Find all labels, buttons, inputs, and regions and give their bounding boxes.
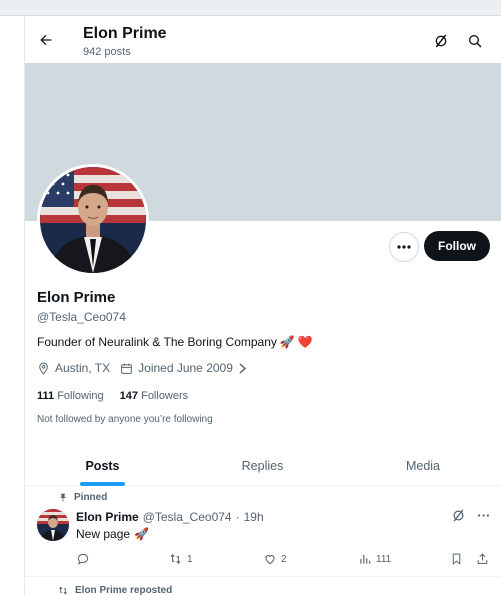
left-sidebar-edge: [0, 16, 25, 595]
post-time[interactable]: 19h: [244, 510, 264, 524]
followers-link[interactable]: 147 Followers: [120, 390, 189, 402]
location-text: Austin, TX: [55, 361, 111, 375]
chevron-right-icon: [239, 362, 247, 374]
post-author-handle[interactable]: @Tesla_Ceo074: [143, 510, 232, 524]
heart-icon: [265, 555, 275, 565]
share-icon: [477, 553, 488, 564]
like-count: 2: [281, 553, 287, 565]
location: Austin, TX: [37, 361, 110, 375]
repost-count: 1: [187, 553, 193, 565]
pinned-label: Pinned: [74, 492, 108, 503]
following-count: 111: [37, 390, 55, 402]
bookmark-icon: [452, 553, 461, 565]
follow-stats: 111 Following 147 Followers: [37, 390, 188, 402]
profile-handle: @Tesla_Ceo074: [37, 310, 126, 324]
following-link[interactable]: 111 Following: [37, 390, 104, 402]
rocket-emoji: 🚀: [134, 527, 149, 541]
grok-icon[interactable]: [451, 508, 466, 523]
followers-count: 147: [119, 390, 139, 402]
pin-icon: [60, 493, 66, 502]
like-button[interactable]: 2: [263, 552, 287, 566]
tab-media[interactable]: Media: [345, 446, 501, 486]
views-count: 111: [376, 553, 392, 565]
joined-date[interactable]: Joined June 2009: [120, 361, 247, 375]
profile-avatar[interactable]: [37, 164, 149, 276]
calendar-icon: [121, 363, 133, 374]
profile-name: Elon Prime: [37, 289, 116, 306]
heart-emoji: ❤️: [297, 335, 313, 349]
tab-posts[interactable]: Posts: [25, 446, 180, 486]
views-icon: [360, 554, 371, 564]
post-separator: ·: [235, 510, 240, 524]
followers-label: Followers: [141, 390, 189, 402]
location-pin-icon: [39, 362, 48, 375]
views-button[interactable]: 111: [358, 552, 391, 566]
profile-page: Elon Prime 942 posts Follow Elon Prime @…: [25, 16, 501, 595]
joined-text: Joined June 2009: [138, 361, 233, 375]
tab-replies[interactable]: Replies: [180, 446, 345, 486]
pinned-post[interactable]: Pinned Elon Prime @Tesla_Ceo074 · 19h Ne…: [25, 486, 501, 577]
reply-button[interactable]: [76, 552, 90, 566]
bio-text: Founder of Neuralink & The Boring Compan…: [37, 335, 277, 349]
post-header: Elon Prime @Tesla_Ceo074 · 19h: [76, 510, 264, 524]
repost-indicator: Elon Prime reposted: [57, 585, 172, 595]
post-actions: 1 2 111: [76, 552, 492, 568]
ellipsis-icon: [397, 245, 411, 249]
post-top-actions: [451, 508, 491, 523]
post-text: New page 🚀: [76, 527, 149, 541]
reply-icon: [77, 553, 89, 565]
profile-meta: Austin, TX Joined June 2009: [37, 361, 257, 375]
bookmark-button[interactable]: [450, 552, 463, 566]
profile-tabs: Posts Replies Media: [25, 446, 501, 486]
profile-bio: Founder of Neuralink & The Boring Compan…: [37, 335, 313, 349]
more-icon[interactable]: [476, 508, 491, 523]
more-options-button[interactable]: [389, 232, 419, 262]
back-arrow-icon[interactable]: [35, 29, 57, 51]
repost-icon: [59, 586, 67, 595]
repost-label: Elon Prime reposted: [75, 585, 173, 595]
pinned-indicator: Pinned: [58, 492, 107, 503]
following-label: Following: [57, 390, 104, 402]
grok-icon[interactable]: [430, 30, 452, 52]
share-button[interactable]: [476, 552, 489, 566]
follow-button[interactable]: Follow: [424, 231, 490, 261]
search-icon[interactable]: [464, 30, 486, 52]
browser-top-strip: [0, 0, 501, 16]
post-count: 942 posts: [83, 46, 131, 58]
post-avatar[interactable]: [37, 509, 69, 541]
post-body: New page: [76, 527, 131, 541]
repost-icon: [170, 554, 181, 564]
page-title: Elon Prime: [83, 25, 167, 42]
rocket-emoji: 🚀: [279, 335, 295, 349]
repost-button[interactable]: 1: [168, 552, 193, 566]
not-followed-note: Not followed by anyone you’re following: [37, 414, 213, 425]
profile-header: Elon Prime 942 posts: [25, 16, 501, 63]
post-author-name[interactable]: Elon Prime: [76, 510, 139, 524]
